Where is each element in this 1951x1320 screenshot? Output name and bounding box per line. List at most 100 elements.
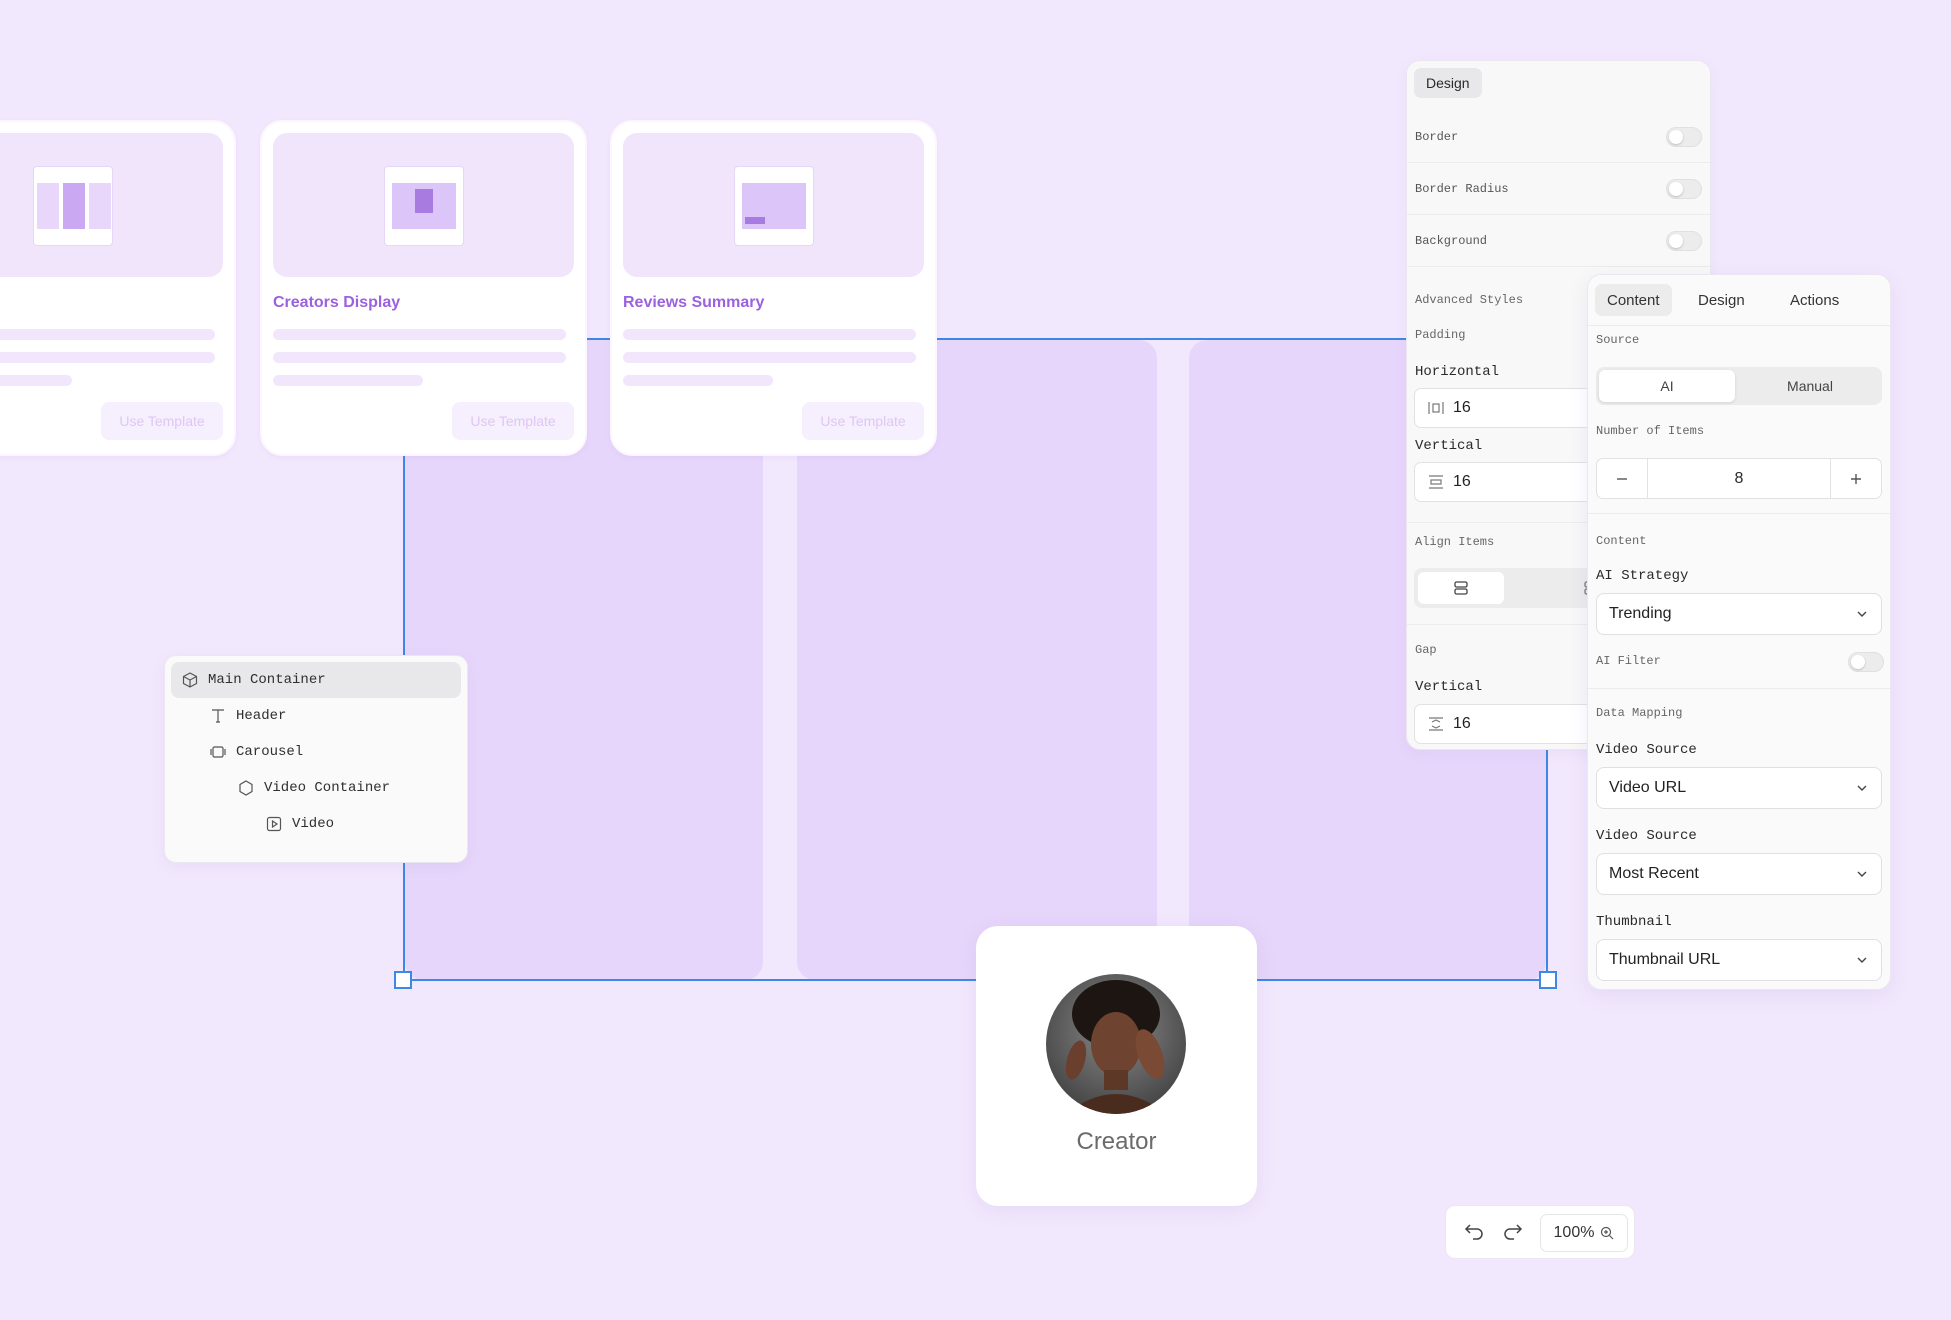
creator-card[interactable]: Creator <box>976 926 1257 1206</box>
text-icon <box>212 709 224 723</box>
skeleton-line <box>623 375 773 386</box>
advanced-styles-label: Advanced Styles <box>1415 293 1524 307</box>
thumbnail-value: Thumbnail URL <box>1609 951 1721 968</box>
plus-icon <box>1851 473 1861 484</box>
tab-actions[interactable]: Actions <box>1778 284 1851 316</box>
use-template-button[interactable]: Use Template <box>802 402 924 440</box>
gap-label: Gap <box>1415 643 1437 657</box>
zoom-toolbar: 100% <box>1445 1205 1635 1259</box>
layer-label: Main Container <box>208 672 326 688</box>
gap-vertical-label: Vertical <box>1415 679 1483 695</box>
content-panel: Content Design Actions Source AI Manual … <box>1587 274 1891 990</box>
resize-handle-bottom-right[interactable] <box>1539 971 1557 989</box>
align-items-label: Align Items <box>1415 535 1495 549</box>
layer-label: Video Container <box>264 780 391 796</box>
skeleton-line <box>273 375 423 386</box>
layer-item-carousel[interactable]: Carousel <box>171 734 461 770</box>
ai-strategy-select[interactable]: Trending <box>1596 593 1882 635</box>
vertical-padding-value: 16 <box>1453 473 1471 490</box>
template-preview-icon <box>32 166 113 246</box>
video-source-sort-label: Video Source <box>1596 828 1697 844</box>
zoom-in-icon <box>1601 1226 1614 1240</box>
skeleton-line <box>273 329 566 340</box>
creator-label: Creator <box>1076 1128 1157 1155</box>
ai-strategy-label: AI Strategy <box>1596 568 1689 584</box>
items-count-value[interactable]: 8 <box>1648 459 1830 498</box>
horizontal-label: Horizontal <box>1415 364 1500 380</box>
use-template-button[interactable]: Use Template <box>101 402 223 440</box>
undo-icon[interactable] <box>1463 1222 1485 1244</box>
chevron-down-icon <box>1857 785 1867 791</box>
source-option-manual[interactable]: Manual <box>1742 370 1878 402</box>
quantity-stepper[interactable]: 8 <box>1596 458 1882 499</box>
skeleton-line <box>0 352 215 363</box>
ai-filter-toggle[interactable] <box>1848 652 1884 672</box>
number-of-items-label: Number of Items <box>1596 424 1705 438</box>
redo-icon[interactable] <box>1502 1222 1524 1244</box>
source-segmented-control[interactable]: AI Manual <box>1596 367 1882 405</box>
horizontal-padding-value: 16 <box>1453 399 1471 416</box>
template-card[interactable]: il Use Template <box>0 120 236 456</box>
border-toggle[interactable] <box>1666 126 1702 147</box>
video-source-sort-value: Most Recent <box>1609 865 1699 882</box>
use-template-button[interactable]: Use Template <box>452 402 574 440</box>
cube-icon <box>182 672 198 688</box>
background-toggle[interactable] <box>1666 230 1702 251</box>
layer-label: Header <box>236 708 287 724</box>
decrement-button[interactable] <box>1597 459 1648 498</box>
align-stacked-icon <box>1454 581 1468 595</box>
skeleton-line <box>0 375 72 386</box>
layer-label: Video <box>292 816 335 832</box>
skeleton-line <box>623 352 916 363</box>
template-thumbnail <box>623 133 924 277</box>
source-label: Source <box>1596 333 1640 347</box>
tab-design[interactable]: Design <box>1414 68 1482 98</box>
minus-icon <box>1617 477 1627 480</box>
skeleton-line <box>273 352 566 363</box>
layers-panel: Main Container Header Carousel Video Con… <box>164 655 468 863</box>
padding-label: Padding <box>1415 328 1466 342</box>
hexagon-icon <box>239 780 253 796</box>
skeleton-line <box>0 329 215 340</box>
carousel-icon <box>210 746 226 758</box>
chevron-down-icon <box>1857 871 1867 877</box>
tab-design[interactable]: Design <box>1686 284 1757 316</box>
vertical-padding-icon <box>1429 475 1443 489</box>
resize-handle-bottom-left[interactable] <box>394 971 412 989</box>
data-mapping-label: Data Mapping <box>1596 706 1683 720</box>
content-section-label: Content <box>1596 534 1647 548</box>
border-radius-toggle[interactable] <box>1666 178 1702 199</box>
border-toggle-row[interactable]: Border <box>1407 111 1710 163</box>
template-preview-icon <box>383 166 464 246</box>
toggle-label: Background <box>1415 233 1488 248</box>
template-card[interactable]: Reviews Summary Use Template <box>610 120 937 456</box>
toggle-label: Border Radius <box>1415 181 1509 196</box>
chevron-down-icon <box>1857 957 1867 963</box>
thumbnail-select[interactable]: Thumbnail URL <box>1596 939 1882 981</box>
template-title: Reviews Summary <box>623 294 765 311</box>
layer-item-header[interactable]: Header <box>171 698 461 734</box>
tab-content[interactable]: Content <box>1595 284 1672 316</box>
zoom-value: 100% <box>1553 1224 1595 1241</box>
layer-item-video-container[interactable]: Video Container <box>171 770 461 806</box>
vertical-label: Vertical <box>1415 438 1483 454</box>
template-card[interactable]: Creators Display Use Template <box>260 120 587 456</box>
border-radius-toggle-row[interactable]: Border Radius <box>1407 163 1710 215</box>
video-source-sort-select[interactable]: Most Recent <box>1596 853 1882 895</box>
template-thumbnail <box>273 133 574 277</box>
background-toggle-row[interactable]: Background <box>1407 215 1710 267</box>
layer-item-main-container[interactable]: Main Container <box>171 662 461 698</box>
zoom-level-control[interactable]: 100% <box>1540 1214 1628 1252</box>
video-source-label: Video Source <box>1596 742 1697 758</box>
template-title: Creators Display <box>273 294 401 311</box>
align-option-stacked[interactable] <box>1418 572 1504 604</box>
increment-button[interactable] <box>1830 459 1881 498</box>
toggle-label: Border <box>1415 129 1459 144</box>
video-source-value: Video URL <box>1609 779 1687 796</box>
avatar <box>1046 974 1186 1114</box>
gap-vertical-icon <box>1429 717 1443 731</box>
ai-strategy-value: Trending <box>1609 605 1672 622</box>
layer-item-video[interactable]: Video <box>171 806 461 842</box>
video-source-select[interactable]: Video URL <box>1596 767 1882 809</box>
source-option-ai[interactable]: AI <box>1599 370 1735 402</box>
